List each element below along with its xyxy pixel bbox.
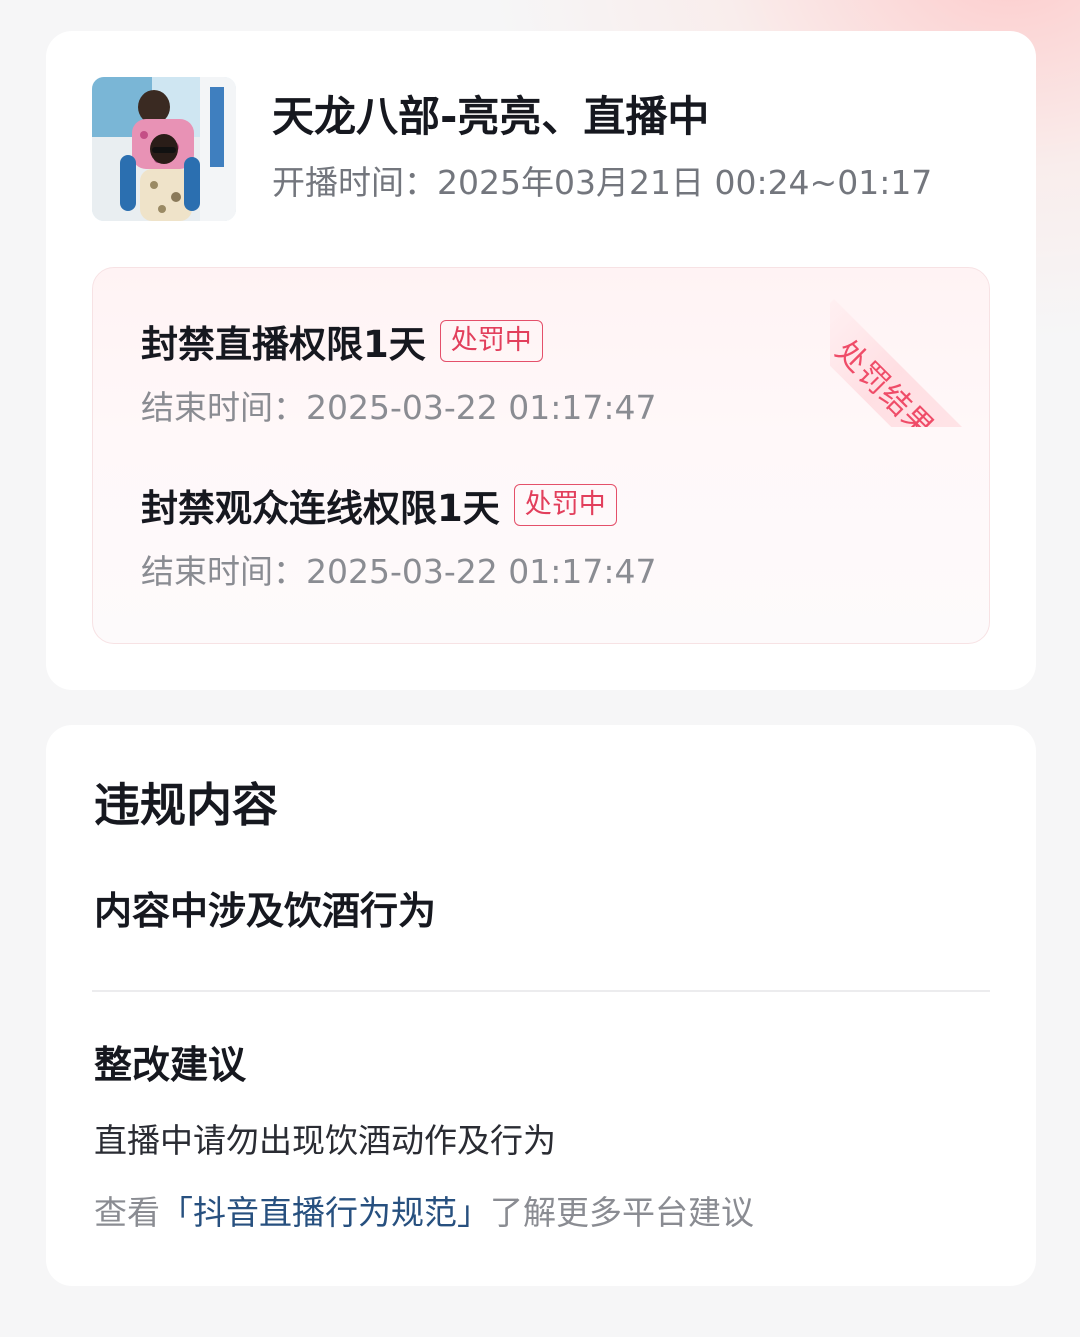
stream-time-value: 2025年03月21日 00:24~01:17 (437, 163, 933, 202)
penalty-name: 封禁直播权限1天 (141, 323, 426, 366)
end-time-value: 2025-03-22 01:17:47 (306, 388, 657, 427)
penalty-item: 封禁直播权限1天 处罚中 结束时间：2025-03-22 01:17:47 (141, 314, 941, 432)
suggestion-text: 直播中请勿出现饮酒动作及行为 (94, 1121, 556, 1160)
end-time-label: 结束时间： (141, 552, 306, 591)
stream-card: 天龙八部-亮亮、直播中 开播时间：2025年03月21日 00:24~01:17… (46, 31, 1036, 690)
live-behavior-guide-link[interactable]: 「抖音直播行为规范」 (160, 1193, 490, 1232)
stream-title: 天龙八部-亮亮、直播中 (272, 92, 710, 141)
stream-start-time: 开播时间：2025年03月21日 00:24~01:17 (272, 159, 992, 207)
penalty-item: 封禁观众连线权限1天 处罚中 结束时间：2025-03-22 01:17:47 (141, 478, 941, 596)
end-time-label: 结束时间： (141, 388, 306, 427)
penalty-name: 封禁观众连线权限1天 (141, 487, 500, 530)
penalty-end-time: 结束时间：2025-03-22 01:17:47 (141, 548, 941, 596)
stream-cover-avatar[interactable] (92, 77, 236, 221)
guide-prefix: 查看 (94, 1193, 160, 1232)
penalty-status-badge: 处罚中 (439, 320, 543, 362)
penalty-end-time: 结束时间：2025-03-22 01:17:47 (141, 384, 941, 432)
penalty-status-badge: 处罚中 (513, 484, 617, 526)
suggestion-title: 整改建议 (94, 1043, 247, 1087)
end-time-value: 2025-03-22 01:17:47 (306, 552, 657, 591)
guide-suffix: 了解更多平台建议 (490, 1193, 754, 1232)
divider (92, 990, 990, 992)
guide-line: 查看「抖音直播行为规范」了解更多平台建议 (94, 1189, 754, 1237)
violation-content: 内容中涉及饮酒行为 (94, 889, 437, 933)
stream-cover-image (92, 77, 236, 221)
violation-card: 违规内容 内容中涉及饮酒行为 整改建议 直播中请勿出现饮酒动作及行为 查看「抖音… (46, 725, 1036, 1286)
violation-section-title: 违规内容 (94, 778, 278, 832)
stream-time-label: 开播时间： (272, 163, 437, 202)
page: 天龙八部-亮亮、直播中 开播时间：2025年03月21日 00:24~01:17… (0, 0, 1080, 1337)
penalty-result-panel: 处罚结果 封禁直播权限1天 处罚中 结束时间：2025-03-22 01:17:… (92, 267, 990, 644)
